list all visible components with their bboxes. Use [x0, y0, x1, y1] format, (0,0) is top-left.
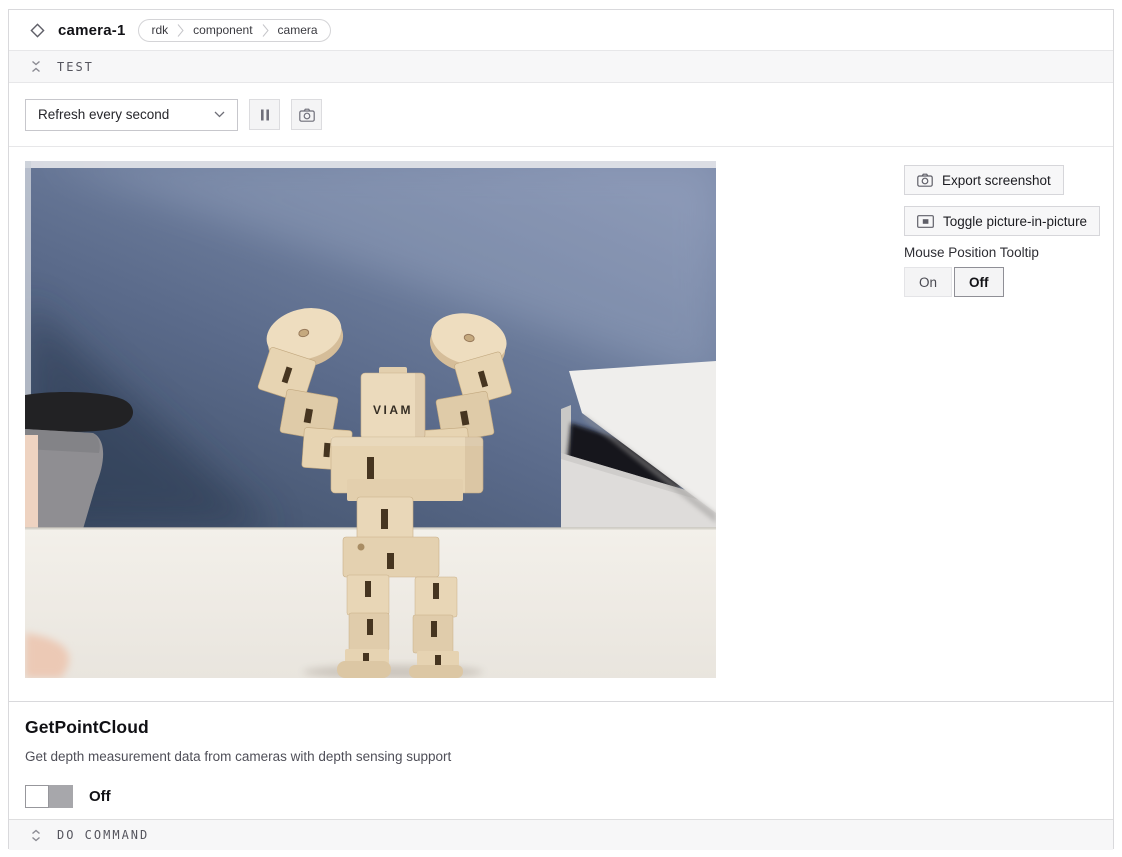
toggle-track — [49, 785, 73, 808]
test-section-label: TEST — [57, 60, 94, 74]
toggle-pip-button[interactable]: Toggle picture-in-picture — [904, 206, 1100, 236]
chevron-down-icon — [214, 111, 225, 118]
component-diamond-icon — [30, 23, 45, 38]
component-title: camera-1 — [58, 22, 125, 39]
pause-button[interactable] — [249, 99, 280, 130]
export-screenshot-label: Export screenshot — [942, 173, 1051, 188]
mouse-tooltip-segmented-control: On Off — [904, 267, 1004, 297]
breadcrumb-item-camera: camera — [278, 23, 318, 37]
refresh-rate-select[interactable]: Refresh every second — [25, 99, 238, 131]
collapse-icon — [30, 60, 42, 73]
get-point-cloud-toggle-state: Off — [89, 788, 111, 805]
picture-in-picture-icon — [917, 215, 934, 228]
breadcrumb-item-rdk: rdk — [151, 23, 168, 37]
robot-viam-logo: VIAM — [373, 403, 413, 417]
test-content: VIAM — [9, 147, 1113, 701]
camera-feed-image: VIAM — [25, 161, 716, 678]
photo-cabinet — [561, 361, 716, 529]
screenshot-button[interactable] — [291, 99, 322, 130]
pause-icon — [260, 109, 270, 121]
camera-icon — [917, 173, 933, 187]
mouse-tooltip-on-button[interactable]: On — [904, 267, 952, 297]
panel-header: camera-1 rdk component camera — [9, 10, 1113, 51]
do-command-section-label: DO COMMAND — [57, 828, 149, 842]
camera-icon — [299, 108, 315, 122]
mouse-tooltip-off-button[interactable]: Off — [954, 267, 1004, 297]
refresh-rate-value: Refresh every second — [38, 107, 169, 122]
breadcrumb: rdk component camera — [138, 19, 330, 42]
test-section-header[interactable]: TEST — [9, 51, 1113, 83]
toggle-pip-label: Toggle picture-in-picture — [943, 214, 1087, 229]
get-point-cloud-toggle[interactable] — [25, 785, 73, 808]
do-command-section-header[interactable]: DO COMMAND — [9, 819, 1113, 850]
export-screenshot-button[interactable]: Export screenshot — [904, 165, 1064, 195]
chevron-separator-icon — [177, 24, 184, 37]
get-point-cloud-section: GetPointCloud Get depth measurement data… — [9, 701, 1113, 819]
mouse-tooltip-label: Mouse Position Tooltip — [904, 245, 1039, 260]
expand-icon — [30, 829, 42, 842]
get-point-cloud-description: Get depth measurement data from cameras … — [25, 749, 1097, 764]
chevron-separator-icon — [262, 24, 269, 37]
refresh-controls-row: Refresh every second — [9, 83, 1113, 147]
camera-component-panel: camera-1 rdk component camera TEST Refre… — [8, 9, 1114, 849]
get-point-cloud-title: GetPointCloud — [25, 717, 1097, 738]
breadcrumb-item-component: component — [193, 23, 252, 37]
toggle-knob — [25, 785, 49, 808]
